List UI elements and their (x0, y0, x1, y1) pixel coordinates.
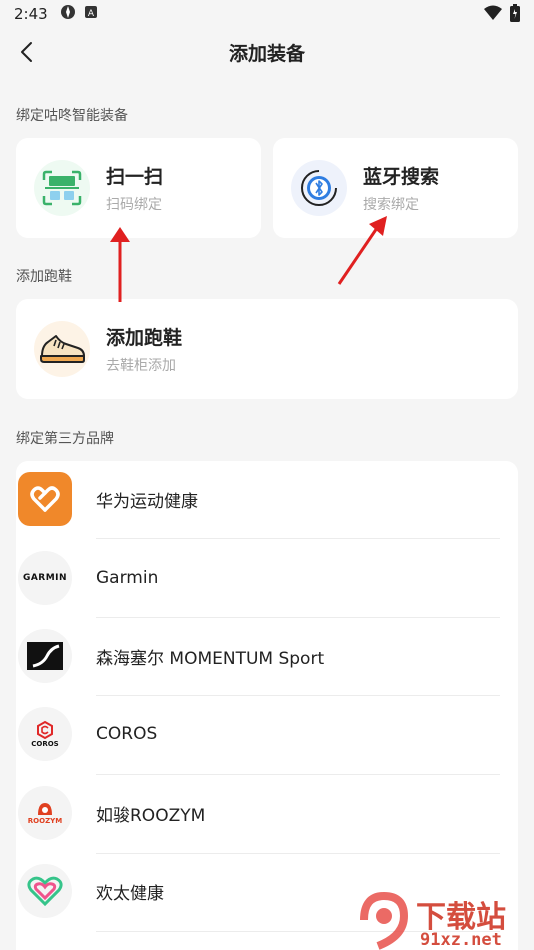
section-label-smart: 绑定咕咚智能装备 (16, 108, 128, 124)
bluetooth-title: 蓝牙搜索 (363, 166, 440, 188)
coros-logo-icon: COROS (18, 707, 72, 761)
brand-name-roozym: 如骏ROOZYM (96, 805, 206, 826)
svg-text:A: A (88, 9, 95, 19)
add-shoes-title: 添加跑鞋 (106, 327, 183, 349)
scan-subtitle: 扫码绑定 (106, 197, 162, 213)
brand-name-heytap: 欢太健康 (96, 883, 164, 904)
section-label-brands: 绑定第三方品牌 (16, 431, 114, 447)
store-notification-icon: A (84, 5, 98, 23)
chevron-left-icon (21, 42, 32, 62)
brand-name-coros: COROS (96, 724, 158, 744)
scan-icon (34, 160, 90, 216)
heytap-health-icon (18, 864, 72, 918)
app-notification-icon (60, 4, 76, 24)
bluetooth-subtitle: 搜索绑定 (363, 197, 419, 213)
wifi-icon (484, 5, 502, 25)
brand-name-sennheiser: 森海塞尔 MOMENTUM Sport (96, 648, 325, 669)
roozym-logo-icon: ROOZYM (18, 786, 72, 840)
watermark: 下载站 91xz.net (354, 890, 530, 950)
garmin-logo-icon: GARMIN (18, 551, 72, 605)
sennheiser-logo-icon (18, 629, 72, 683)
running-shoe-icon (34, 321, 90, 377)
annotation-arrow-bluetooth (337, 216, 387, 285)
back-button[interactable] (10, 36, 42, 68)
add-shoes-subtitle: 去鞋柜添加 (106, 358, 176, 374)
status-bar: 2:43 A (0, 0, 534, 28)
brand-item-coros[interactable]: COROS COROS (18, 695, 500, 773)
annotation-arrow-scan (110, 227, 130, 302)
brand-item-huawei[interactable]: 华为运动健康 (18, 460, 500, 538)
brand-item-garmin[interactable]: GARMIN Garmin (18, 539, 500, 617)
brand-item-roozym[interactable]: ROOZYM 如骏ROOZYM (18, 774, 500, 852)
scan-title: 扫一扫 (106, 166, 164, 188)
add-shoes-card[interactable]: 添加跑鞋 去鞋柜添加 (16, 299, 518, 399)
status-time: 2:43 (14, 5, 48, 23)
watermark-url: 91xz.net (420, 930, 502, 950)
watermark-logo-icon (360, 891, 409, 950)
brand-name-huawei: 华为运动健康 (96, 491, 198, 512)
huawei-health-icon (18, 472, 72, 526)
scan-card[interactable]: 扫一扫 扫码绑定 (16, 138, 261, 238)
page-title: 添加装备 (228, 42, 305, 65)
brand-name-garmin: Garmin (96, 568, 159, 588)
brand-item-sennheiser[interactable]: 森海塞尔 MOMENTUM Sport (18, 617, 500, 695)
bluetooth-card[interactable]: 蓝牙搜索 搜索绑定 (273, 138, 518, 238)
section-label-shoes: 添加跑鞋 (16, 269, 72, 285)
bluetooth-search-icon (291, 160, 347, 216)
battery-icon (510, 4, 520, 26)
header: 添加装备 (0, 28, 534, 76)
